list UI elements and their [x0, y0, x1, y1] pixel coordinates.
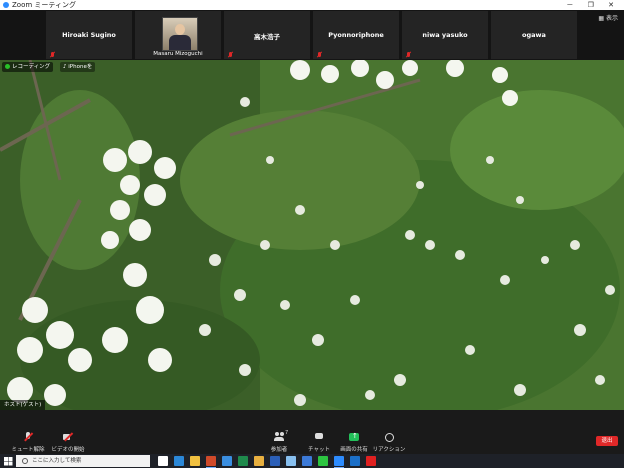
windows-taskbar: ここに入力して検索	[0, 454, 624, 468]
participant-tile[interactable]: Pyonnoriphone	[313, 11, 399, 59]
speaker-name-label: ホスト(ゲスト)	[0, 400, 46, 410]
title-bar: Zoom ミーティング － ❐ ✕	[0, 0, 624, 10]
word-icon[interactable]	[270, 456, 280, 466]
share-source-label: ♪ iPhoneを	[60, 62, 96, 72]
mic-muted-icon	[228, 52, 233, 57]
reactions-label: リアクション	[372, 447, 406, 453]
participant-name: Hiroaki Sugino	[62, 31, 116, 39]
chat-label: チャット	[308, 447, 330, 453]
photo-body	[169, 35, 191, 50]
photo-head	[175, 24, 185, 35]
chat-icon	[314, 432, 324, 442]
participant-strip: Hiroaki Sugino Masaru Mizoguchi 高木浩子 Pyo…	[0, 10, 624, 60]
participants-label: 参加者	[270, 447, 288, 453]
participant-name: Masaru Mizoguchi	[153, 51, 203, 57]
edge-icon[interactable]	[174, 456, 184, 466]
mic-off-icon	[23, 432, 33, 442]
participant-tile[interactable]: 高木浩子	[224, 11, 310, 59]
participant-photo	[162, 17, 198, 51]
windows-start-icon[interactable]	[4, 457, 12, 465]
recording-indicator[interactable]: レコーディング	[2, 62, 54, 72]
participant-tile[interactable]: Hiroaki Sugino	[46, 11, 132, 59]
participant-name: niwa yasuko	[422, 31, 468, 39]
participant-name: Pyonnoriphone	[328, 31, 384, 39]
start-video-button[interactable]: ビデオの開始	[44, 430, 92, 453]
share-screen-label: 画面の共有	[340, 447, 368, 453]
share-screen-icon	[349, 432, 359, 442]
line-icon[interactable]	[318, 456, 328, 466]
zoom-icon[interactable]	[334, 456, 344, 468]
search-icon	[22, 458, 28, 464]
participant-tile[interactable]: ogawa	[491, 11, 577, 59]
shared-video[interactable]: レコーディング ♪ iPhoneを ホスト(ゲスト)	[0, 60, 624, 410]
participant-name: 高木浩子	[254, 33, 280, 41]
mic-muted-icon	[317, 52, 322, 57]
reactions-button[interactable]: リアクション	[365, 430, 413, 453]
view-button[interactable]: ▦ 表示	[598, 13, 618, 22]
video-off-icon	[63, 432, 73, 442]
task-view-icon[interactable]	[158, 456, 168, 466]
taskbar-search-box[interactable]: ここに入力して検索	[16, 455, 150, 467]
zoom-app-icon	[3, 2, 9, 8]
recording-dot-icon	[5, 64, 10, 69]
view-button-label: 表示	[605, 15, 618, 22]
participant-tile[interactable]: Masaru Mizoguchi	[135, 11, 221, 59]
recording-label: レコーディング	[12, 64, 51, 70]
unmute-label: ミュート解除	[11, 447, 45, 453]
photos-icon[interactable]	[302, 456, 312, 466]
leave-meeting-button[interactable]: 退出	[596, 436, 618, 446]
participant-tile[interactable]: niwa yasuko	[402, 11, 488, 59]
mic-muted-icon	[50, 52, 55, 57]
window-title: Zoom ミーティング	[12, 1, 76, 9]
store-icon[interactable]	[286, 456, 296, 466]
participant-count: 7	[285, 430, 289, 436]
meeting-toolbar: ミュート解除 ビデオの開始 7 参加者 チャット 画面の共有 リアクション 退出	[0, 428, 624, 454]
excel-icon[interactable]	[238, 456, 248, 466]
acrobat-icon[interactable]	[366, 456, 376, 466]
participants-icon	[274, 432, 284, 442]
outlook-icon[interactable]	[350, 456, 360, 466]
reactions-icon	[384, 432, 394, 442]
chrome-icon[interactable]	[254, 456, 264, 466]
video-frame	[0, 60, 624, 410]
powerpoint-icon[interactable]	[206, 456, 216, 468]
participant-name: ogawa	[522, 31, 546, 39]
start-video-label: ビデオの開始	[51, 447, 85, 453]
window-controls[interactable]: － ❐ ✕	[566, 0, 620, 10]
explorer-icon[interactable]	[190, 456, 200, 466]
search-placeholder: ここに入力して検索	[32, 458, 82, 464]
mic-muted-icon	[406, 52, 411, 57]
mail-icon[interactable]	[222, 456, 232, 466]
